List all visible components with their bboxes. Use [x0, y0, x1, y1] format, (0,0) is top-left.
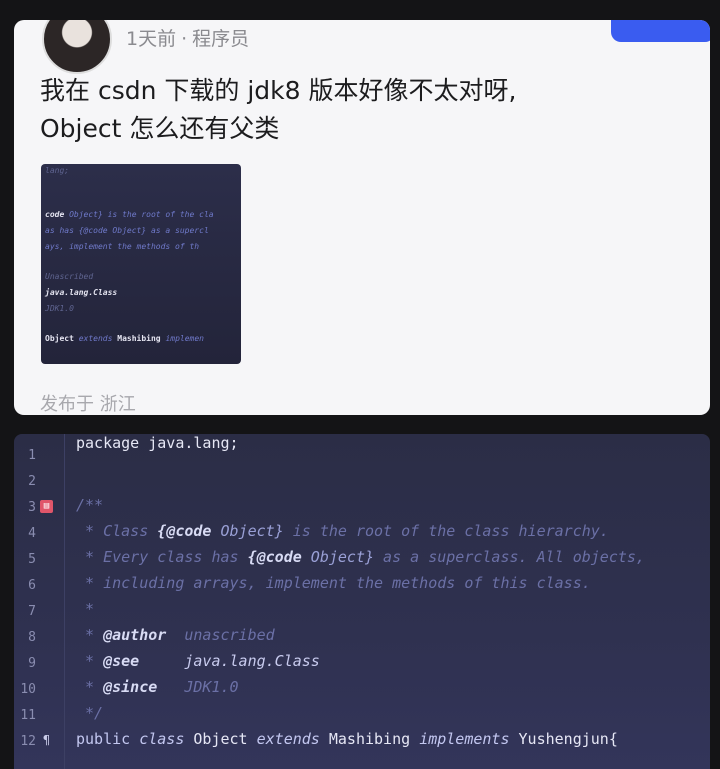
line-number: 5	[28, 552, 36, 567]
line-number: 2	[28, 474, 36, 489]
gutter-marker-icon[interactable]: ¶	[40, 734, 53, 747]
line-number: 3	[28, 500, 36, 515]
code-line: 2	[14, 468, 710, 494]
thumb-line: code Object} is the root of the cla	[45, 210, 214, 219]
code-line: 10 * @since JDK1.0	[14, 676, 710, 702]
line-number: 7	[28, 604, 36, 619]
code-text: * @since JDK1.0	[76, 678, 239, 696]
code-text: */	[76, 704, 104, 722]
code-text: * Every class has {@code Object} as a su…	[76, 548, 645, 566]
post-meta: 1天前 · 程序员	[126, 24, 249, 51]
thumb-line: ays, implement the methods of th	[45, 242, 200, 251]
code-line: 8 * @author unascribed	[14, 624, 710, 650]
code-text: /**	[76, 496, 104, 514]
thumb-line: JDK1.0	[45, 304, 74, 313]
thumb-line: java.lang.Class	[45, 288, 118, 297]
line-number: 9	[28, 656, 36, 671]
code-line: 4 * Class {@code Object} is the root of …	[14, 520, 710, 546]
thumb-line: Unascribed	[45, 272, 94, 281]
code-text: public class Object extends Mashibing im…	[76, 730, 618, 748]
code-line: 1 package java.lang;	[14, 434, 710, 468]
post-text-line-1: 我在 csdn 下载的 jdk8 版本好像不太对呀,	[40, 76, 517, 105]
code-screenshot: 1 package java.lang; 2 3 ▤ /** 4 * Class…	[14, 434, 710, 769]
post-body: 我在 csdn 下载的 jdk8 版本好像不太对呀, Object 怎么还有父类	[40, 72, 680, 148]
post-image-thumbnail[interactable]: lang; code Object} is the root of the cl…	[41, 164, 241, 364]
thumb-line: lang;	[45, 166, 70, 175]
code-text: * Class {@code Object} is the root of th…	[76, 522, 609, 540]
line-number: 12	[20, 734, 36, 749]
bookmark-icon[interactable]: ▤	[40, 500, 53, 513]
code-line: 3 ▤ /**	[14, 494, 710, 520]
line-number: 1	[28, 448, 36, 463]
avatar[interactable]	[42, 20, 112, 74]
post-text-line-2: Object 怎么还有父类	[40, 114, 280, 143]
code-line: 12 ¶ public class Object extends Mashibi…	[14, 728, 710, 754]
line-number: 11	[20, 708, 36, 723]
post-location: 发布于 浙江	[40, 394, 136, 415]
post-author[interactable]: 程序员	[192, 28, 249, 50]
code-text: *	[76, 600, 95, 618]
meta-separator: ·	[181, 28, 188, 50]
code-text: * @author unascribed	[76, 626, 275, 644]
code-line: 6 * including arrays, implement the meth…	[14, 572, 710, 598]
post-card: 1天前 · 程序员 我在 csdn 下载的 jdk8 版本好像不太对呀, Objec…	[14, 20, 710, 415]
line-number: 8	[28, 630, 36, 645]
post-time: 1天前	[126, 28, 177, 50]
line-number: 6	[28, 578, 36, 593]
thumb-line: as has {@code Object} as a supercl	[45, 226, 209, 235]
code-line: 5 * Every class has {@code Object} as a …	[14, 546, 710, 572]
thumb-line: Object extends Mashibing implemen	[45, 334, 204, 343]
line-number: 4	[28, 526, 36, 541]
code-line: 9 * @see java.lang.Class	[14, 650, 710, 676]
code-line: 11 */	[14, 702, 710, 728]
code-text: * including arrays, implement the method…	[76, 574, 591, 592]
line-number: 10	[20, 682, 36, 697]
code-text: * @see java.lang.Class	[76, 652, 320, 670]
follow-button[interactable]	[611, 20, 710, 42]
code-line: 7 *	[14, 598, 710, 624]
code-text: package java.lang;	[76, 434, 239, 452]
